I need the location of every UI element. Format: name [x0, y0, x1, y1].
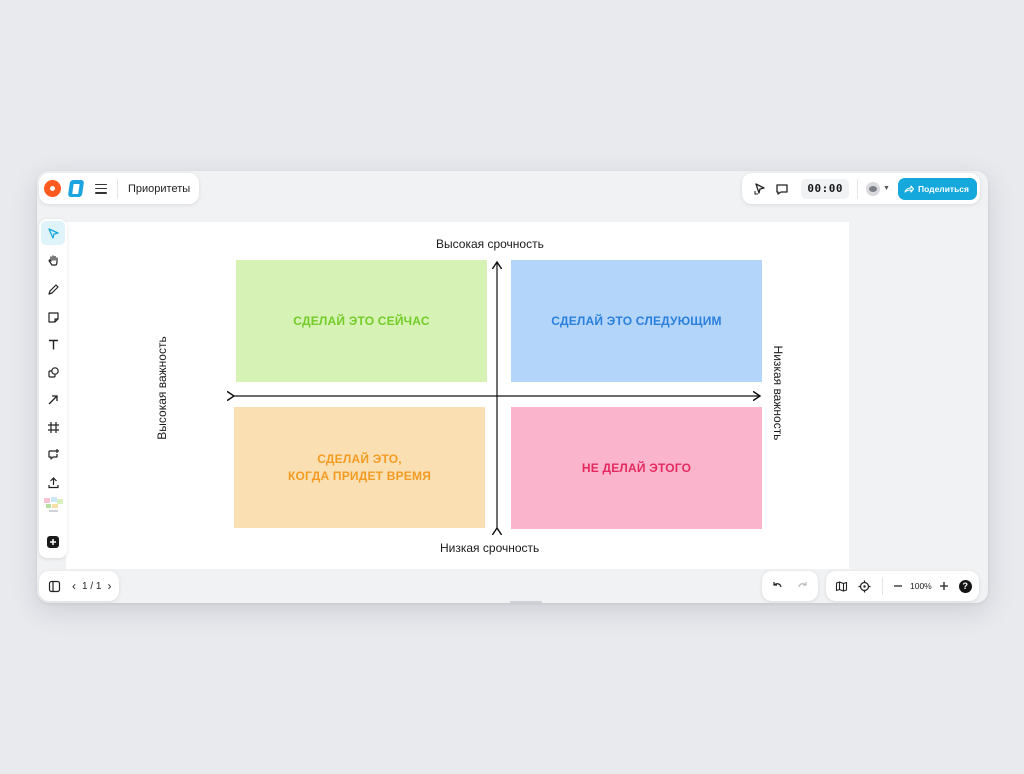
sidebar-toggle-icon[interactable]: [46, 575, 62, 597]
axis-label-left: Высокая важность: [155, 336, 169, 440]
avatar: [866, 181, 881, 196]
chevron-right-icon[interactable]: ›: [107, 579, 111, 593]
top-right-panel: 00:00 ▼ Поделиться: [742, 173, 980, 204]
pen-tool-icon[interactable]: [41, 277, 65, 301]
help-icon[interactable]: ?: [958, 579, 972, 593]
share-icon: [904, 184, 914, 193]
left-toolbar: [39, 219, 67, 558]
page-indicator: 1 / 1: [82, 580, 102, 592]
frame-tool-icon[interactable]: [41, 415, 65, 439]
axis-label-bottom: Низкая срочность: [440, 541, 540, 555]
text-tool-icon[interactable]: [41, 332, 65, 356]
axis-label-top: Высокая срочность: [436, 237, 544, 251]
redo-icon[interactable]: [790, 575, 816, 597]
top-left-panel: Приоритеты: [39, 173, 200, 204]
board-app-icon[interactable]: [67, 180, 85, 197]
share-button-label: Поделиться: [917, 183, 969, 194]
quadrant-do-now[interactable]: СДЕЛАЙ ЭТО СЕЙЧАС: [236, 260, 487, 382]
canvas-board[interactable]: СДЕЛАЙ ЭТО СЕЙЧАС СДЕЛАЙ ЭТО СЛЕДУЮЩИМ С…: [66, 222, 849, 569]
arrow-tool-icon[interactable]: [41, 387, 65, 411]
app-window: СДЕЛАЙ ЭТО СЕЙЧАС СДЕЛАЙ ЭТО СЛЕДУЮЩИМ С…: [37, 171, 988, 603]
fit-to-screen-icon[interactable]: [853, 575, 875, 597]
user-menu[interactable]: ▼: [866, 181, 890, 196]
quadrant-label: СДЕЛАЙ ЭТО СЛЕДУЮЩИМ: [551, 313, 722, 328]
quadrant-do-next[interactable]: СДЕЛАЙ ЭТО СЛЕДУЮЩИМ: [511, 260, 762, 382]
shapes-tool-icon[interactable]: [41, 360, 65, 384]
undo-redo-panel: [762, 571, 818, 601]
zoom-panel: 100% ?: [826, 571, 979, 601]
quadrant-label: СДЕЛАЙ ЭТО, КОГДА ПРИДЕТ ВРЕМЯ: [287, 452, 432, 483]
quadrant-label: НЕ ДЕЛАЙ ЭТОГО: [581, 460, 692, 475]
quadrant-label: СДЕЛАЙ ЭТО СЕЙЧАС: [293, 313, 430, 328]
quadrant-do-later[interactable]: СДЕЛАЙ ЭТО, КОГДА ПРИДЕТ ВРЕМЯ: [234, 407, 485, 528]
comment-icon[interactable]: [771, 178, 793, 200]
divider: [882, 577, 883, 595]
share-button[interactable]: Поделиться: [897, 177, 977, 200]
hand-tool-icon[interactable]: [41, 248, 65, 272]
axis-label-right: Низкая важность: [771, 345, 785, 441]
stickers-icon[interactable]: [43, 496, 64, 514]
divider: [857, 178, 859, 199]
zoom-out-icon[interactable]: [890, 575, 906, 597]
timer[interactable]: 00:00: [801, 178, 850, 199]
divider: [117, 178, 118, 199]
scrollbar-handle[interactable]: [510, 601, 542, 603]
map-icon[interactable]: [830, 575, 852, 597]
sticky-note-icon[interactable]: [41, 305, 65, 329]
menu-icon[interactable]: [95, 183, 107, 194]
quadrant-dont-do[interactable]: НЕ ДЕЛАЙ ЭТОГО: [511, 407, 762, 529]
undo-icon[interactable]: [764, 575, 790, 597]
select-tool-icon[interactable]: [41, 221, 65, 245]
zoom-level[interactable]: 100%: [907, 581, 935, 591]
chevron-left-icon[interactable]: ‹: [72, 579, 76, 593]
app-logo-icon[interactable]: [44, 180, 61, 197]
zoom-in-icon[interactable]: [936, 575, 952, 597]
chevron-down-icon: ▼: [883, 185, 890, 192]
comment-add-icon[interactable]: [41, 442, 65, 466]
pages-panel: ‹ 1 / 1 ›: [39, 571, 120, 601]
upload-icon[interactable]: [41, 470, 65, 494]
cursor-follow-icon[interactable]: [749, 178, 771, 200]
more-tools-icon[interactable]: [41, 530, 65, 554]
board-title[interactable]: Приоритеты: [128, 183, 190, 195]
